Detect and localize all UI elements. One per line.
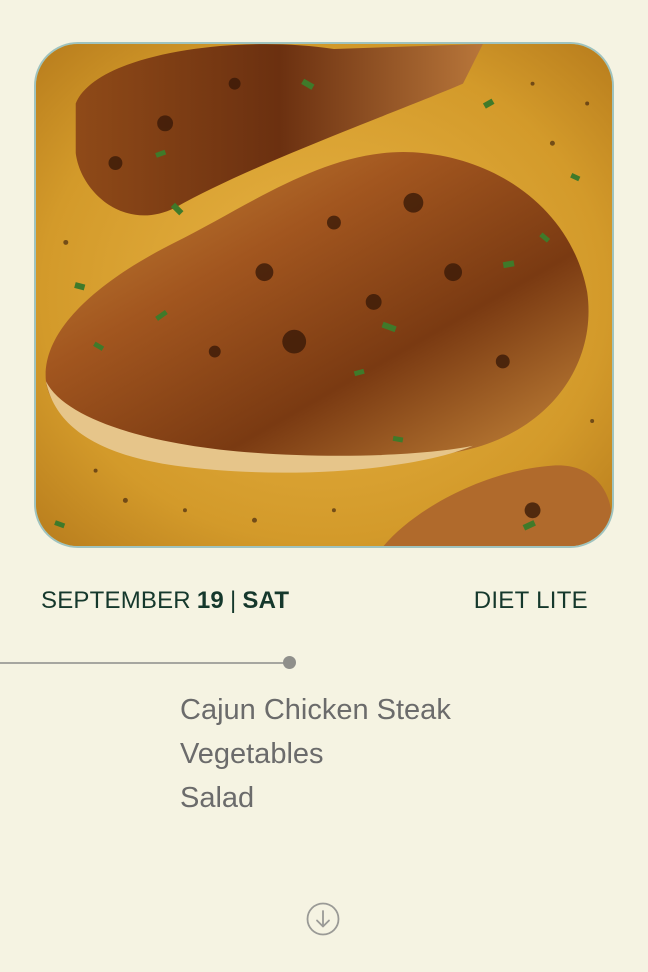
date-month: SEPTEMBER: [41, 587, 191, 614]
chicken-illustration: [36, 44, 612, 546]
timeline-line: [0, 662, 290, 664]
date-day: 19: [196, 587, 224, 614]
meal-date: SEPTEMBER 19 | SAT: [41, 587, 289, 615]
menu-item: Cajun Chicken Steak: [180, 694, 451, 726]
scroll-down-button[interactable]: [306, 902, 340, 936]
menu-item: Vegetables: [180, 738, 324, 770]
menu-list: Cajun Chicken Steak Vegetables Salad: [180, 688, 451, 820]
menu-item: Salad: [180, 782, 255, 814]
plan-name: DIET LITE: [473, 587, 588, 614]
hero-food-image: [34, 42, 614, 548]
date-separator: |: [229, 587, 237, 614]
date-weekday: SAT: [242, 587, 290, 614]
arrow-down-circle-icon: [306, 902, 340, 936]
timeline-marker: [283, 656, 296, 669]
